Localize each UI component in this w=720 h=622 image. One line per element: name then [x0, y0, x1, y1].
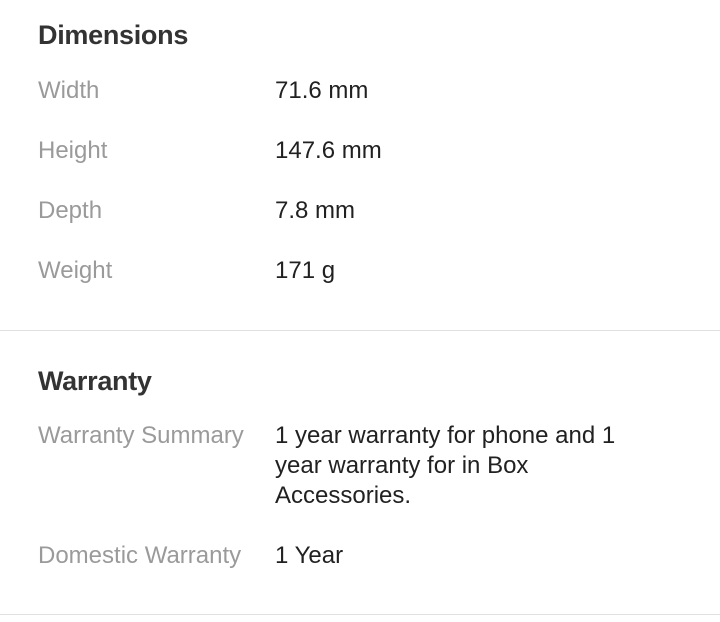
spec-value-weight: 171 g	[275, 257, 336, 284]
spec-label-depth: Depth	[38, 197, 103, 224]
spec-value-height: 147.6 mm	[275, 137, 382, 164]
spec-label-height: Height	[38, 137, 108, 164]
spec-label-warranty-summary: Warranty Summary	[38, 422, 244, 449]
spec-label-width: Width	[38, 77, 100, 104]
spec-value-domestic-warranty: 1 Year	[275, 542, 344, 569]
section-divider-bottom	[0, 614, 720, 615]
spec-value-width: 71.6 mm	[275, 77, 369, 104]
spec-value-warranty-summary: 1 year warranty for phone and 1 year war…	[275, 422, 616, 509]
section-divider	[0, 330, 720, 331]
spec-value-depth: 7.8 mm	[275, 197, 356, 224]
warranty-heading: Warranty	[38, 366, 152, 396]
spec-label-domestic-warranty: Domestic Warranty	[38, 542, 242, 569]
spec-label-weight: Weight	[38, 257, 113, 284]
dimensions-heading: Dimensions	[38, 20, 189, 50]
